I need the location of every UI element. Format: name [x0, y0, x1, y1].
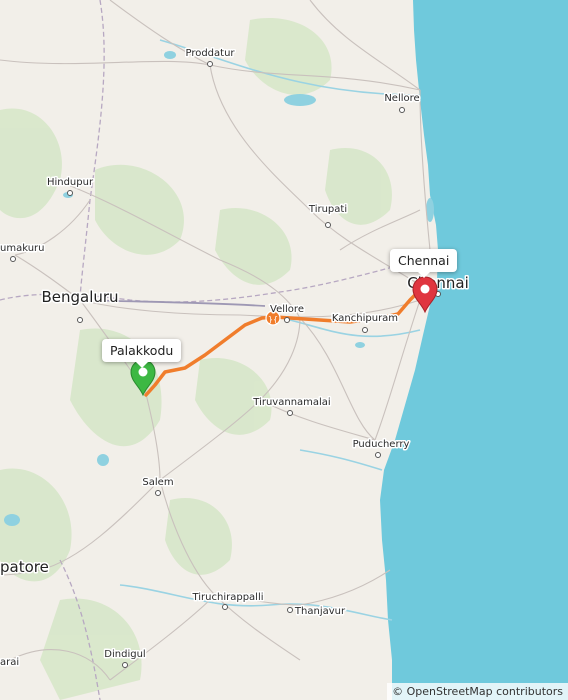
start-label: Palakkodu: [110, 343, 174, 358]
end-tooltip: Chennai: [390, 249, 458, 278]
place-label-thanjavur: Thanjavur: [294, 606, 346, 617]
place-label-puducherry: Puducherry: [353, 439, 410, 450]
svg-text:}{: }{: [268, 315, 278, 324]
place-label-dindigul: Dindigul: [104, 649, 145, 660]
attribution[interactable]: © OpenStreetMap contributors: [387, 683, 568, 700]
place-label-tumakuru: umakuru: [0, 243, 44, 254]
place-label-bengaluru: Bengaluru: [41, 288, 118, 306]
attribution-text: © OpenStreetMap contributors: [392, 685, 563, 698]
place-label-hindupur: Hindupur: [47, 177, 94, 188]
place-label-salem: Salem: [142, 477, 173, 488]
place-label-nellore: Nellore: [384, 93, 419, 104]
map-canvas[interactable]: }{ Proddatur Nellore Hindupur Tirupati umaku…: [0, 0, 568, 700]
place-label-tirupati: Tirupati: [308, 204, 347, 215]
place-label-arai: arai: [0, 657, 19, 668]
place-label-kanchipuram: Kanchipuram: [332, 313, 398, 324]
place-label-tiruvannamalai: Tiruvannamalai: [252, 397, 330, 408]
place-label-vellore: Vellore: [270, 304, 304, 315]
place-label-coimbatore: patore: [0, 558, 49, 576]
place-label-tiruchirappalli: Tiruchirappalli: [191, 592, 263, 603]
start-tooltip: Palakkodu: [102, 339, 182, 368]
end-label: Chennai: [398, 253, 450, 268]
place-label-proddatur: Proddatur: [185, 48, 235, 59]
